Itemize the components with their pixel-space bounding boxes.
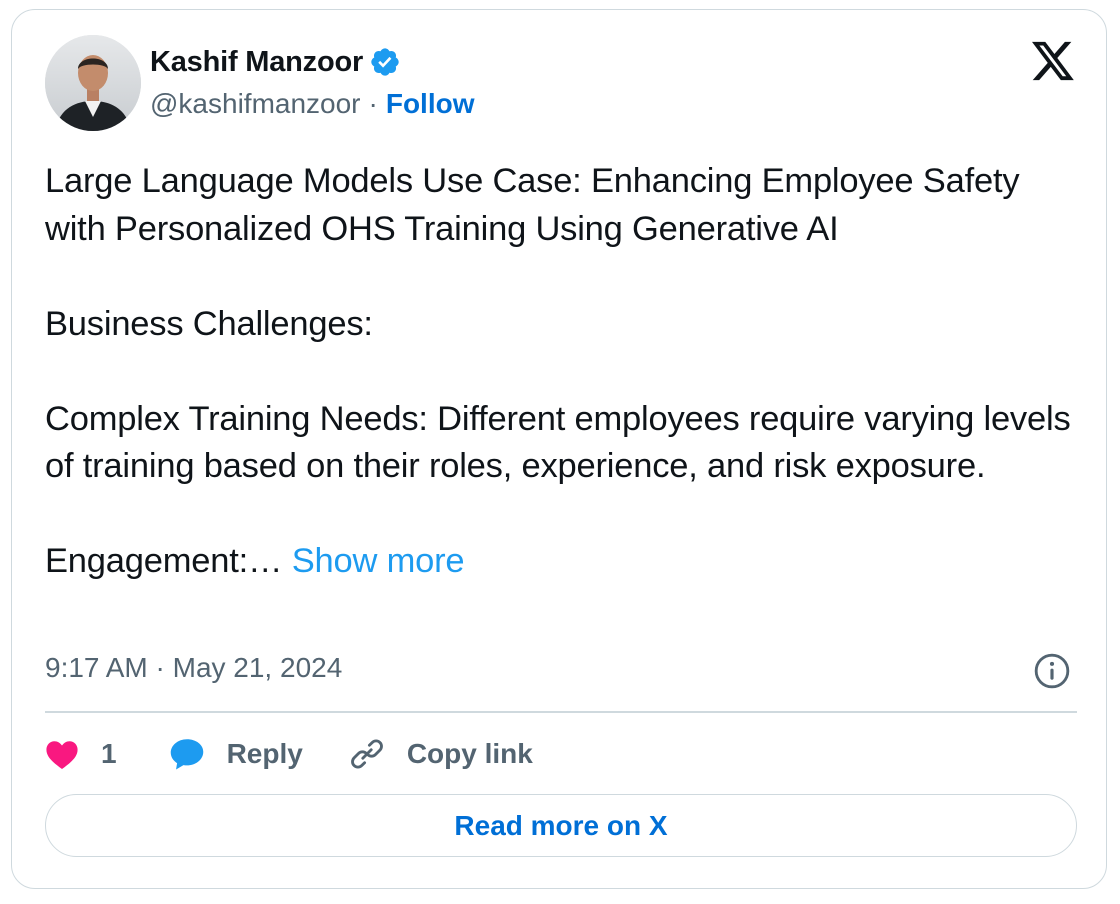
read-more-button[interactable]: Read more on X: [45, 794, 1077, 857]
author-handle[interactable]: @kashifmanzoor: [150, 88, 361, 120]
link-icon: [349, 736, 385, 772]
like-button[interactable]: 1: [45, 738, 117, 770]
speech-bubble-icon: [169, 737, 205, 771]
follow-button[interactable]: Follow: [386, 88, 475, 120]
action-bar: 1 Reply Copy link: [45, 730, 533, 778]
author-block: Kashif Manzoor @kashifmanzoor · Follow: [150, 42, 475, 123]
truncated-text: Engagement:…: [45, 542, 283, 580]
show-more-link[interactable]: Show more: [292, 542, 465, 580]
tweet-paragraph-truncated: Engagement:… Show more: [45, 538, 1085, 586]
tweet-paragraph: Large Language Models Use Case: Enhancin…: [45, 162, 1020, 248]
x-logo-icon[interactable]: [1030, 40, 1076, 82]
tweet-timestamp[interactable]: 9:17 AM · May 21, 2024: [45, 652, 342, 684]
author-name[interactable]: Kashif Manzoor: [150, 46, 363, 79]
copy-link-label: Copy link: [406, 738, 533, 769]
tweet-paragraph: Business Challenges:: [45, 304, 373, 343]
separator-dot: ·: [368, 88, 378, 119]
tweet-paragraph: Complex Training Needs: Different employ…: [45, 399, 1071, 486]
heart-icon: [45, 738, 79, 770]
info-icon[interactable]: [1033, 652, 1071, 690]
divider: [45, 711, 1077, 713]
verified-badge-icon: [369, 46, 401, 78]
tweet-text: Large Language Models Use Case: Enhancin…: [45, 158, 1085, 586]
avatar[interactable]: [45, 35, 141, 131]
like-count: 1: [101, 738, 117, 769]
copy-link-button[interactable]: Copy link: [349, 736, 533, 772]
reply-label: Reply: [226, 738, 303, 769]
reply-button[interactable]: Reply: [169, 737, 303, 771]
